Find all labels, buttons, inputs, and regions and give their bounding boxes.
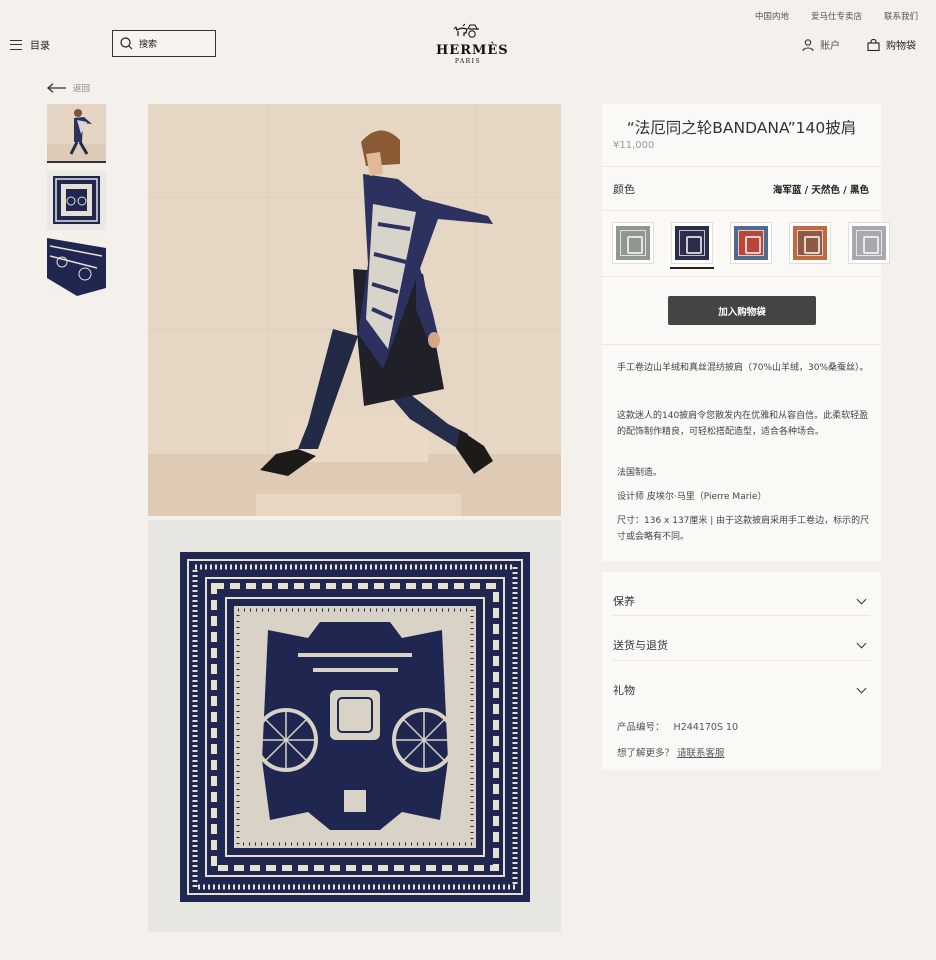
add-to-bag-button[interactable]: 加入购物袋 xyxy=(668,296,816,325)
contact-customer-service-link[interactable]: 请联系客服 xyxy=(677,748,725,759)
description-main: 这款迷人的140披肩令您散发内在优雅和从容自信。此柔软轻盈的配饰制作精良，可轻松… xyxy=(617,411,869,437)
color-value: 海军蓝 / 天然色 / 黑色 xyxy=(772,185,869,196)
product-info-panel: “法厄同之轮BANDANA”140披肩 ¥11,000 颜色 海军蓝 / 天然色… xyxy=(602,104,889,561)
divider xyxy=(602,166,881,167)
back-link[interactable]: 返回 xyxy=(47,82,90,94)
product-image-scarf xyxy=(148,520,561,932)
region-link[interactable]: 中国内地 xyxy=(755,10,789,22)
accordion-gift-label: 礼物 xyxy=(613,684,635,697)
search-input[interactable]: 搜索 xyxy=(112,30,216,57)
accordion-care-label: 保养 xyxy=(613,595,635,608)
description-composition: 手工卷边山羊绒和真丝混纺披肩（70%山羊绒，30%桑蚕丝）。 xyxy=(617,363,869,373)
divider xyxy=(613,660,870,661)
bag-icon xyxy=(867,38,880,51)
logo-brand: HERMÈS xyxy=(436,43,509,58)
brand-logo[interactable]: HERMÈS PARIS xyxy=(436,22,509,66)
description-origin: 法国制造。 xyxy=(617,468,663,478)
product-title: “法厄同之轮BANDANA”140披肩 xyxy=(626,119,857,137)
description-designer: 设计师 皮埃尔·马里（Pierre Marie） xyxy=(617,492,767,502)
utility-links: 中国内地 爱马仕专卖店 联系我们 xyxy=(755,10,918,22)
swatch-red-blue[interactable] xyxy=(731,223,771,263)
swatch-navy[interactable] xyxy=(670,223,714,269)
logo-city: PARIS xyxy=(454,58,482,65)
swatch-grey-green[interactable] xyxy=(613,223,653,263)
more-info-label: 想了解更多？ xyxy=(617,748,675,759)
thumbnail-scarf-detail[interactable] xyxy=(47,238,106,297)
user-icon xyxy=(802,38,814,51)
bag-label: 购物袋 xyxy=(886,41,916,52)
account-button[interactable]: 账户 xyxy=(802,37,840,52)
accordion-shipping[interactable]: 送货与退货 xyxy=(613,630,870,660)
contact-link[interactable]: 联系我们 xyxy=(884,10,918,22)
product-code-value: H244170S 10 xyxy=(673,722,739,733)
chevron-down-icon xyxy=(856,683,867,693)
color-label: 颜色 xyxy=(613,183,635,196)
swatch-brown-rust[interactable] xyxy=(790,223,830,263)
accordion-shipping-label: 送货与退货 xyxy=(613,639,668,652)
divider xyxy=(602,344,881,345)
contact-prompt: 想了解更多？ 请联系客服 xyxy=(617,745,725,759)
shopping-bag-button[interactable]: 购物袋 xyxy=(867,37,916,52)
thumbnail-scarf-flat[interactable] xyxy=(47,171,106,230)
chevron-down-icon xyxy=(856,638,867,648)
swatch-grey-white[interactable] xyxy=(849,223,889,263)
stores-link[interactable]: 爱马仕专卖店 xyxy=(811,10,862,22)
description-size: 尺寸：136 x 137厘米 | 由于这款披肩采用手工卷边，标示的尺寸或会略有不… xyxy=(617,516,870,542)
account-label: 账户 xyxy=(820,41,840,52)
divider xyxy=(602,276,881,277)
divider xyxy=(613,615,870,616)
search-icon xyxy=(120,37,133,50)
search-placeholder: 搜索 xyxy=(139,40,158,50)
product-price: ¥11,000 xyxy=(613,140,655,151)
product-code-label: 产品编号： xyxy=(617,722,665,733)
back-label: 返回 xyxy=(73,84,91,94)
product-details-accordion: 保养 送货与退货 礼物 产品编号： H244170S 10 想了解更多？ 请联系… xyxy=(602,572,881,770)
thumbnail-model[interactable] xyxy=(47,104,106,163)
divider xyxy=(602,210,881,211)
accordion-care[interactable]: 保养 xyxy=(613,586,870,616)
product-code: 产品编号： H244170S 10 xyxy=(617,719,738,733)
color-swatches xyxy=(613,223,889,269)
accordion-gift[interactable]: 礼物 xyxy=(613,675,870,705)
hamburger-icon xyxy=(10,39,22,50)
carriage-logo-icon xyxy=(453,23,479,38)
chevron-down-icon xyxy=(856,594,867,604)
arrow-left-icon xyxy=(47,83,66,93)
menu-label: 目录 xyxy=(30,41,50,52)
menu-button[interactable]: 目录 xyxy=(10,37,50,52)
product-image-model xyxy=(148,104,561,516)
